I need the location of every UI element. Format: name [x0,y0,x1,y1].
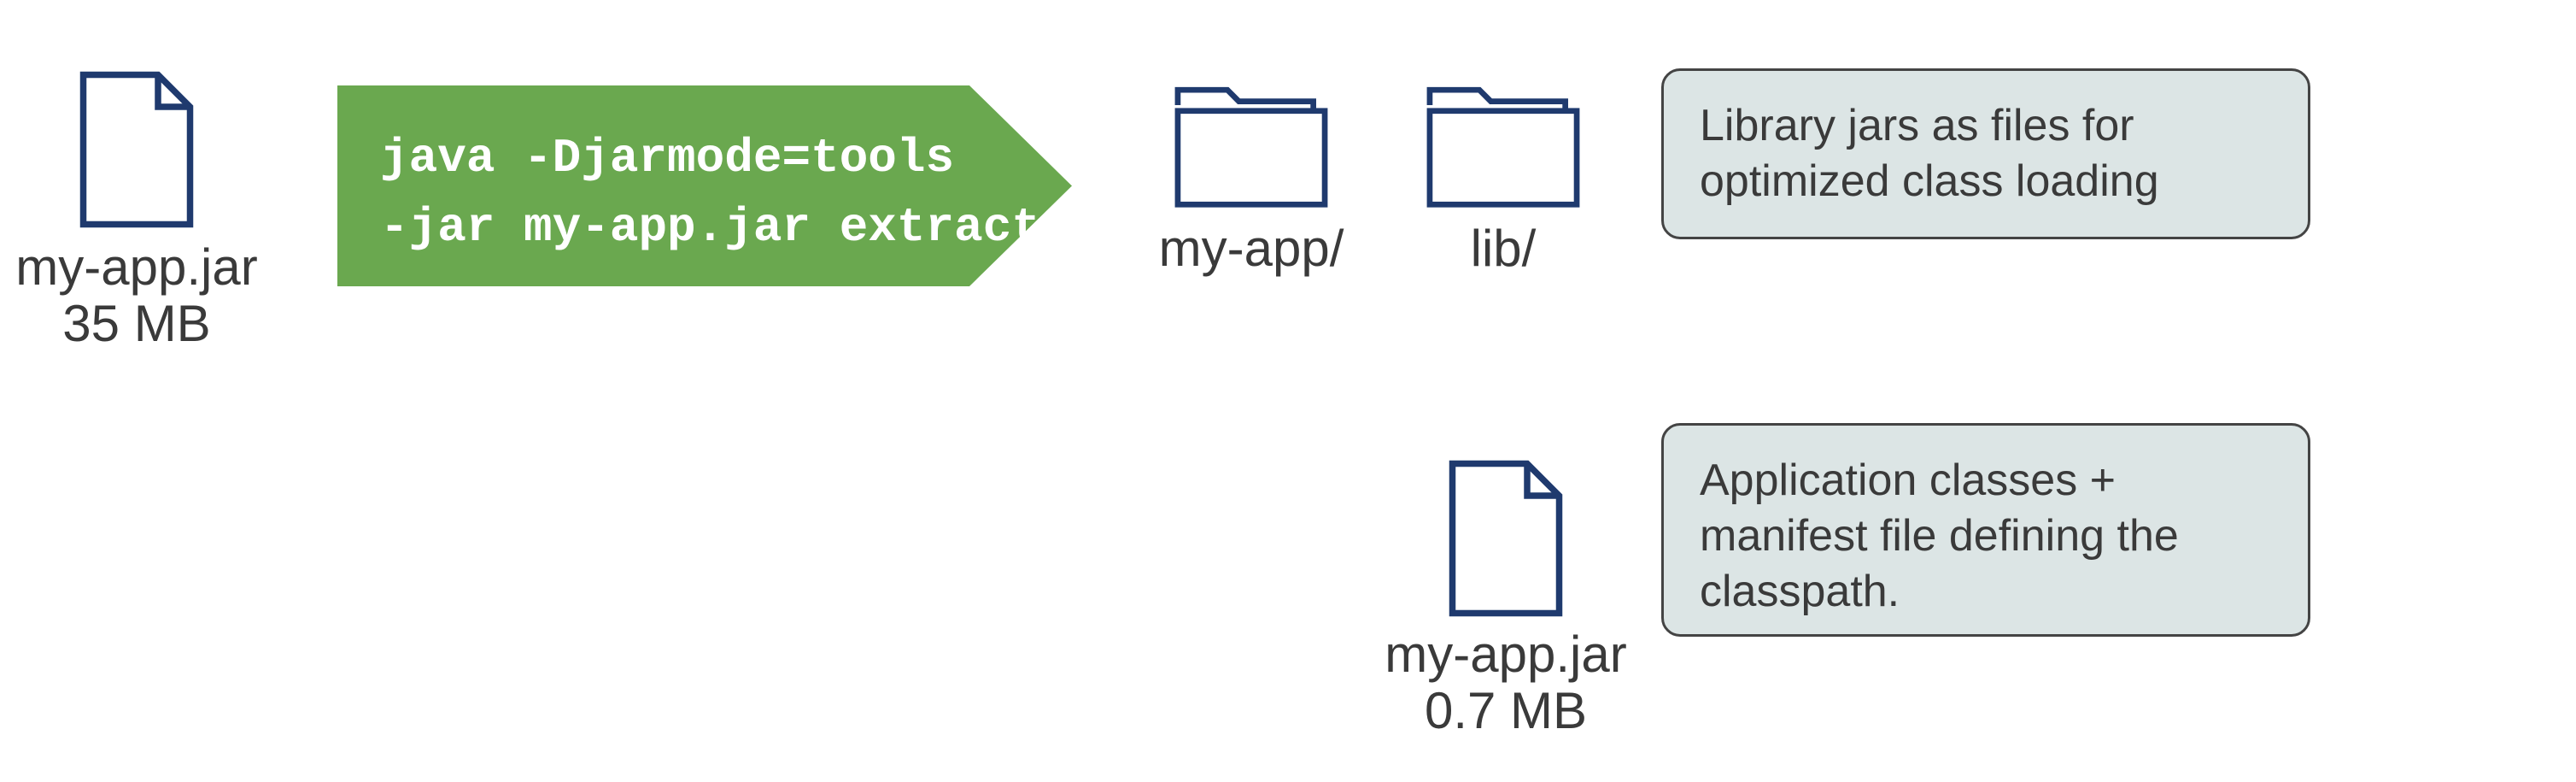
output-jar-size: 0.7 MB [1356,683,1655,739]
command-line-1: java -Djarmode=tools [380,131,954,185]
lib-description-box: Library jars as files for optimized clas… [1661,68,2310,239]
input-size: 35 MB [0,296,273,352]
folder-icon [1422,77,1584,214]
file-icon [73,68,201,231]
output-folder-lib-label: lib/ [1409,220,1597,277]
command-text: java -Djarmode=tools -jar my-app.jar ext… [380,124,1040,262]
input-filename: my-app.jar [0,239,273,296]
output-folder-app-label: my-app/ [1119,220,1384,277]
output-folder-app: my-app/ [1119,77,1384,277]
command-line-2: -jar my-app.jar extract [380,200,1040,255]
output-jar-block: my-app.jar 0.7 MB [1356,457,1655,739]
folder-icon [1170,77,1332,214]
output-jar-name: my-app.jar [1356,626,1655,683]
jar-description-text: Application classes + manifest file defi… [1700,453,2272,620]
input-file-block: my-app.jar 35 MB [0,68,273,352]
file-icon [1442,457,1570,620]
command-arrow: java -Djarmode=tools -jar my-app.jar ext… [337,85,1072,286]
output-folder-lib: lib/ [1409,77,1597,277]
jar-description-box: Application classes + manifest file defi… [1661,423,2310,637]
lib-description-text: Library jars as files for optimized clas… [1700,98,2272,209]
